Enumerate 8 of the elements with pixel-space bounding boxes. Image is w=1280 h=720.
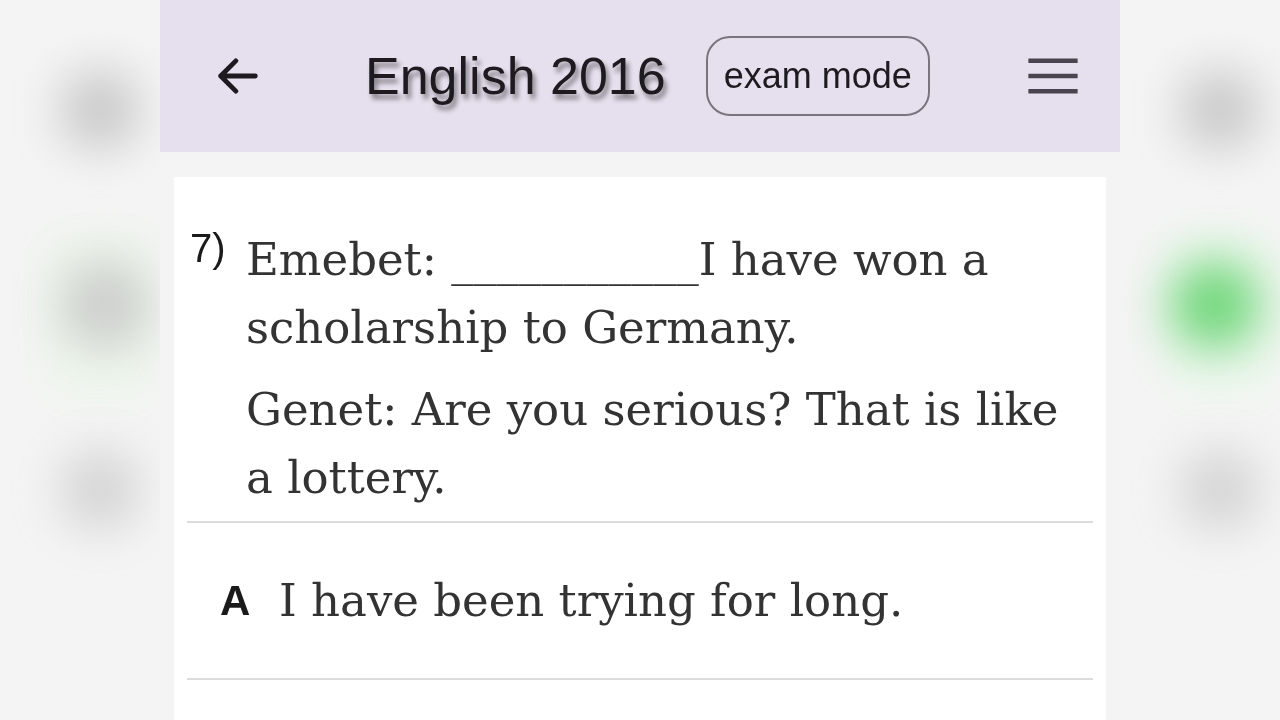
page-title: English 2016: [365, 46, 666, 107]
option-letter: A: [220, 576, 252, 626]
option-text[interactable]: I have been trying for long.: [279, 566, 904, 635]
menu-icon[interactable]: [1026, 58, 1080, 94]
question-text: Genet: Are you serious? That is like a lottery.: [246, 382, 1060, 506]
exam-mode-button[interactable]: exam mode: [705, 36, 930, 116]
question-number: 7): [190, 226, 227, 272]
question-text: Emebet: ___________I have won a scholarship to Germany.: [246, 232, 990, 356]
